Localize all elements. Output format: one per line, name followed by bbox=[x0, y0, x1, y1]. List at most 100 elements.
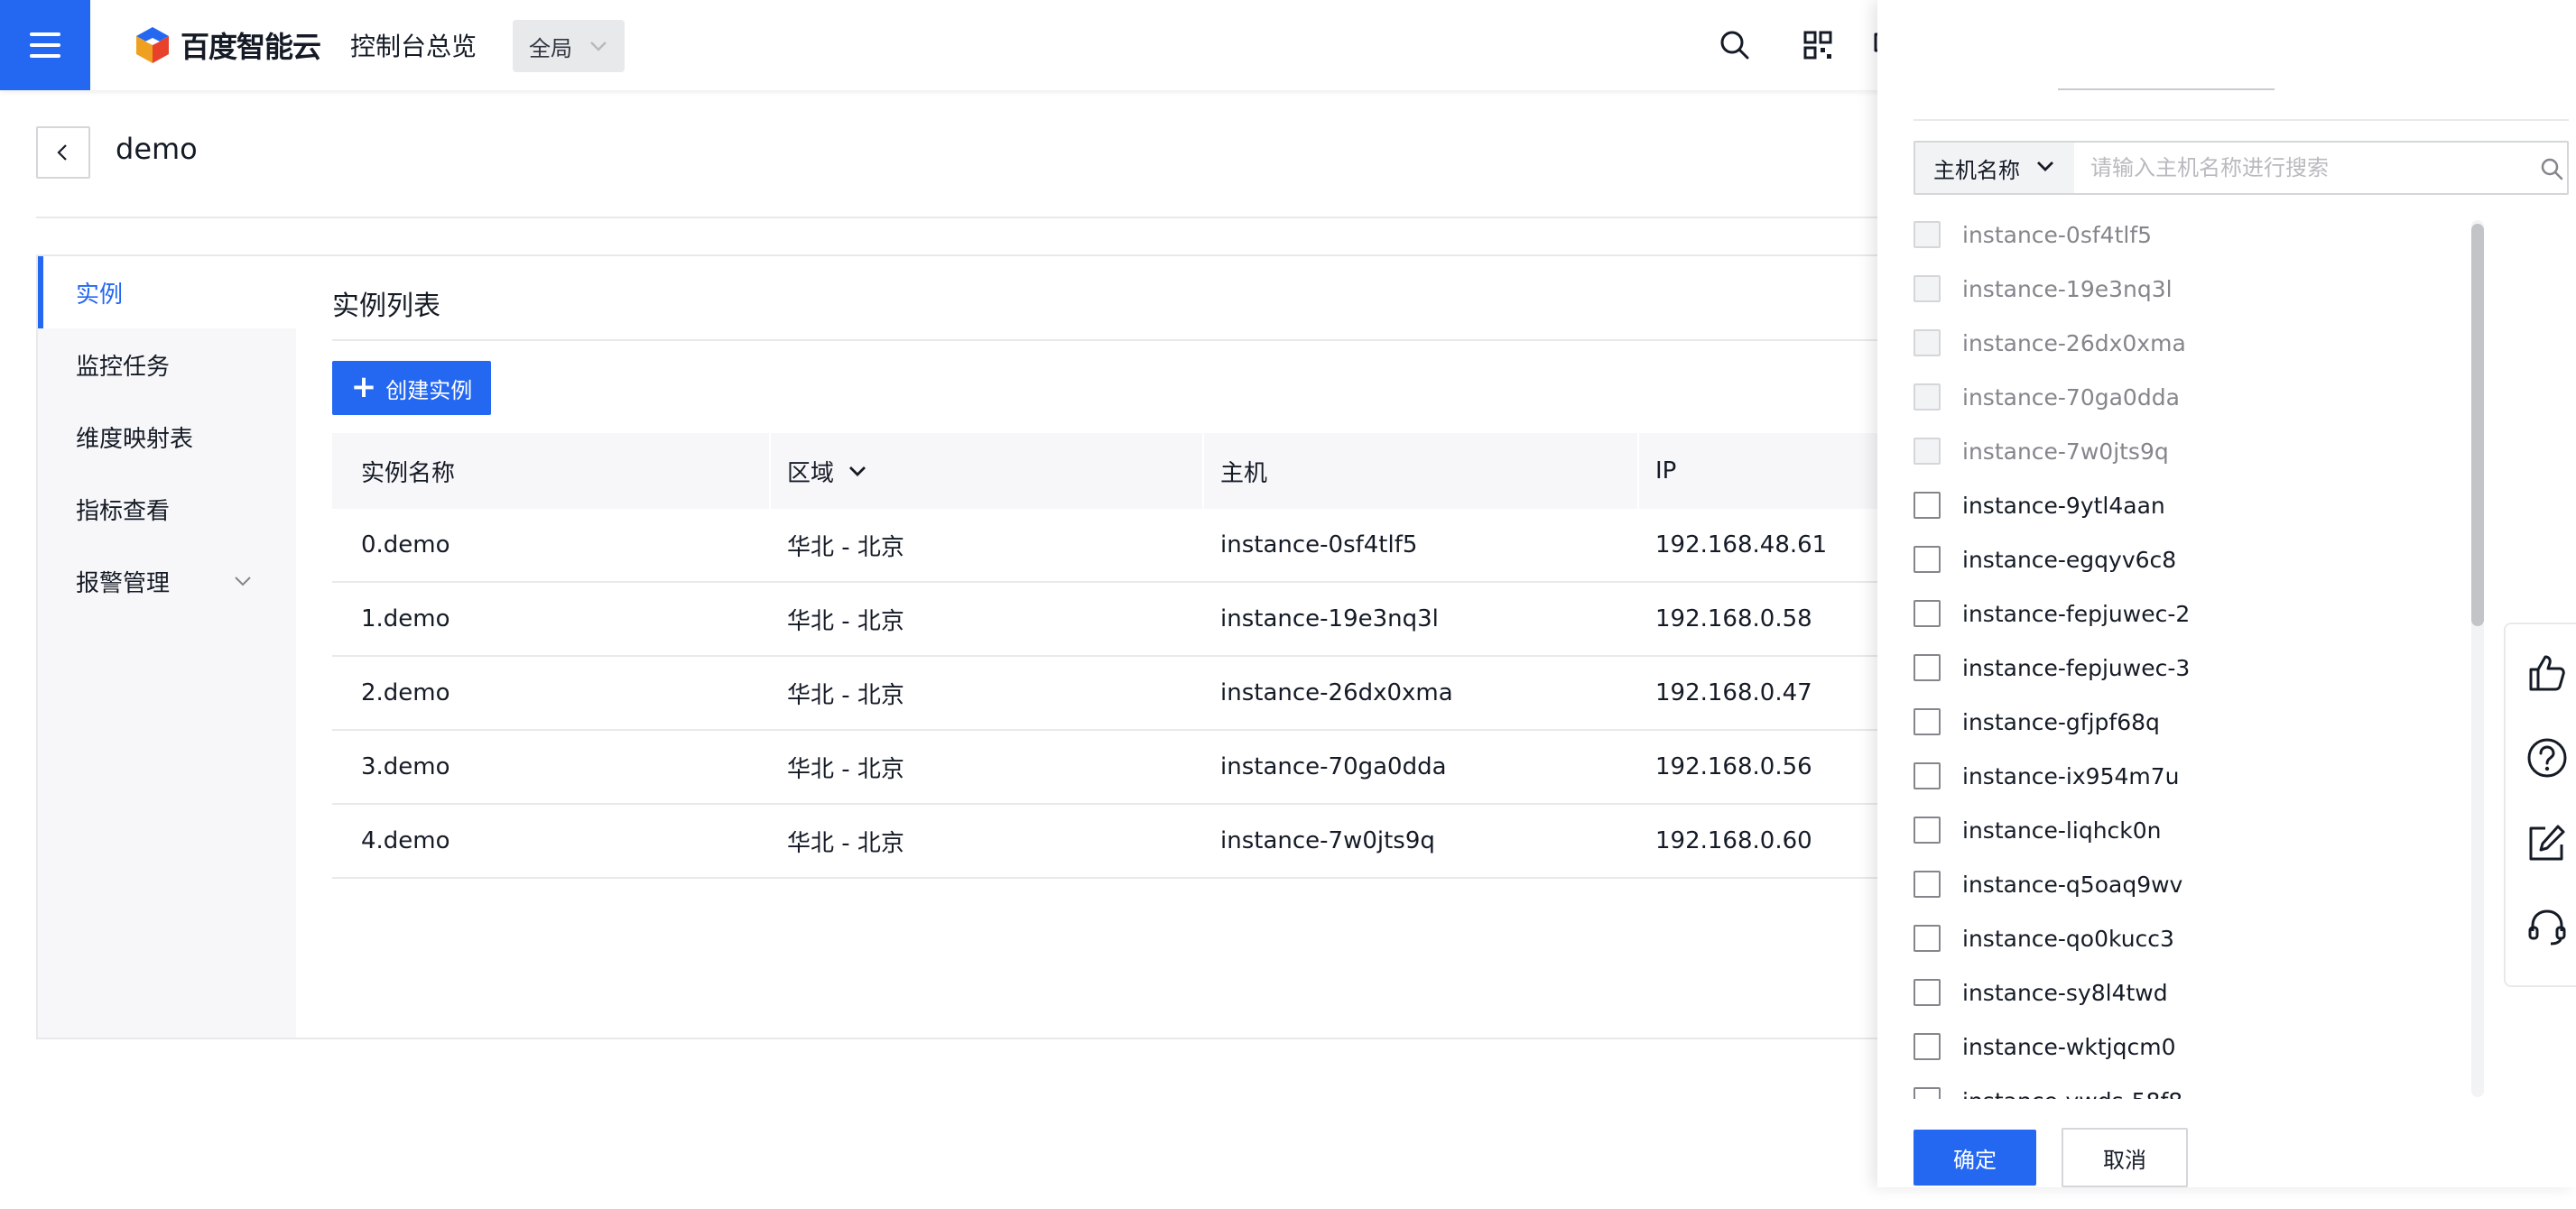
list-item[interactable]: instance-liqhck0n bbox=[1913, 803, 2563, 857]
search-type-select[interactable]: 主机名称 bbox=[1915, 143, 2074, 193]
cell-host: instance-19e3nq3l bbox=[1220, 605, 1439, 632]
checkbox[interactable] bbox=[1913, 1033, 1941, 1060]
cancel-button[interactable]: 取消 bbox=[2062, 1128, 2188, 1187]
checkbox[interactable] bbox=[1913, 546, 1941, 573]
host-label[interactable]: instance-fepjuwec-2 bbox=[1962, 601, 2190, 627]
list-item[interactable]: instance-wktjqcm0 bbox=[1913, 1020, 2563, 1074]
search-icon[interactable] bbox=[2540, 157, 2563, 180]
checkbox[interactable] bbox=[1913, 654, 1941, 681]
cell-host: instance-7w0jts9q bbox=[1220, 827, 1435, 854]
checkbox[interactable] bbox=[1913, 871, 1941, 898]
list-item[interactable]: instance-9ytl4aan bbox=[1913, 478, 2563, 532]
create-instance-button[interactable]: + 创建实例 bbox=[332, 361, 491, 415]
host-label[interactable]: instance-ywds-58f8 bbox=[1962, 1088, 2182, 1100]
cell-ip: 192.168.0.56 bbox=[1655, 753, 1812, 780]
floating-helper-bar bbox=[2504, 623, 2576, 987]
edit-icon[interactable] bbox=[2525, 821, 2569, 864]
cell-name: 3.demo bbox=[361, 753, 450, 780]
logo-text: 百度智能云 bbox=[181, 30, 321, 64]
checkbox[interactable] bbox=[1913, 708, 1941, 735]
checkbox[interactable] bbox=[1913, 762, 1941, 789]
list-item[interactable]: instance-egqyv6c8 bbox=[1913, 532, 2563, 586]
chevron-down-icon bbox=[2037, 162, 2053, 171]
list-item[interactable]: instance-fepjuwec-2 bbox=[1913, 586, 2563, 641]
host-label[interactable]: instance-9ytl4aan bbox=[1962, 493, 2165, 519]
host-label[interactable]: instance-egqyv6c8 bbox=[1962, 547, 2176, 573]
table-row: 4.demo 华北 - 北京 instance-7w0jts9q 192.168… bbox=[332, 805, 1957, 879]
column-divider bbox=[1202, 433, 1204, 509]
list-item[interactable]: instance-q5oaq9wv bbox=[1913, 857, 2563, 911]
back-button[interactable] bbox=[36, 126, 90, 179]
host-list-scrollbar[interactable] bbox=[2471, 220, 2484, 1097]
scrollbar-thumb[interactable] bbox=[2471, 224, 2484, 626]
list-item[interactable]: instance-ywds-58f8 bbox=[1913, 1074, 2563, 1099]
checkbox[interactable] bbox=[1913, 1087, 1941, 1099]
list-item: instance-70ga0dda bbox=[1913, 370, 2563, 424]
list-item[interactable]: instance-sy8l4twd bbox=[1913, 965, 2563, 1020]
host-label[interactable]: instance-liqhck0n bbox=[1962, 817, 2162, 844]
host-search: 主机名称 bbox=[1913, 141, 2569, 195]
filter-chevron-icon[interactable] bbox=[847, 464, 868, 478]
region-select[interactable]: 全局 bbox=[513, 20, 625, 72]
sidebar-item-metrics[interactable]: 指标查看 bbox=[38, 473, 296, 545]
section-divider bbox=[332, 339, 1957, 341]
cell-name: 1.demo bbox=[361, 605, 450, 632]
cell-ip: 192.168.48.61 bbox=[1655, 531, 1828, 558]
help-icon[interactable] bbox=[2525, 736, 2569, 780]
sidebar-item-monitor-tasks[interactable]: 监控任务 bbox=[38, 328, 296, 401]
column-header-label: 区域 bbox=[787, 459, 835, 487]
logo-cube-icon bbox=[136, 27, 169, 63]
host-label[interactable]: instance-sy8l4twd bbox=[1962, 980, 2168, 1006]
plus-icon: + bbox=[350, 369, 377, 405]
checkbox[interactable] bbox=[1913, 492, 1941, 519]
logo[interactable]: 百度智能云 bbox=[134, 23, 321, 67]
heading-divider bbox=[36, 217, 1941, 218]
chevron-down-icon bbox=[590, 42, 607, 51]
host-label[interactable]: instance-fepjuwec-3 bbox=[1962, 655, 2190, 681]
qrcode-icon[interactable] bbox=[1802, 29, 1834, 61]
create-instance-label: 创建实例 bbox=[385, 377, 473, 403]
headset-icon[interactable] bbox=[2525, 906, 2569, 949]
sidebar-item-alarms[interactable]: 报警管理 bbox=[38, 545, 296, 617]
list-item[interactable]: instance-ix954m7u bbox=[1913, 749, 2563, 803]
cell-region: 华北 - 北京 bbox=[787, 533, 904, 561]
sidebar-item-instances[interactable]: 实例 bbox=[38, 256, 296, 328]
list-item: instance-7w0jts9q bbox=[1913, 424, 2563, 478]
column-header-region[interactable]: 区域 bbox=[787, 433, 868, 509]
cell-name: 4.demo bbox=[361, 827, 450, 854]
host-label[interactable]: instance-qo0kucc3 bbox=[1962, 926, 2174, 952]
page-title: demo bbox=[116, 132, 198, 166]
checkbox[interactable] bbox=[1913, 600, 1941, 627]
host-label[interactable]: instance-wktjqcm0 bbox=[1962, 1034, 2175, 1060]
cell-name: 2.demo bbox=[361, 679, 450, 706]
host-label[interactable]: instance-gfjpf68q bbox=[1962, 709, 2160, 735]
list-item[interactable]: instance-qo0kucc3 bbox=[1913, 911, 2563, 965]
sidebar-item-dimension-map[interactable]: 维度映射表 bbox=[38, 401, 296, 473]
list-item: instance-26dx0xma bbox=[1913, 316, 2563, 370]
confirm-button[interactable]: 确定 bbox=[1913, 1130, 2036, 1186]
table-row: 1.demo 华北 - 北京 instance-19e3nq3l 192.168… bbox=[332, 583, 1957, 657]
cell-region: 华北 - 北京 bbox=[787, 681, 904, 709]
console-title[interactable]: 控制台总览 bbox=[350, 27, 477, 63]
checkbox[interactable] bbox=[1913, 817, 1941, 844]
checkbox[interactable] bbox=[1913, 925, 1941, 952]
checkbox bbox=[1913, 329, 1941, 356]
menu-button[interactable] bbox=[0, 0, 90, 90]
host-list[interactable]: instance-0sf4tlf5 instance-19e3nq3l inst… bbox=[1913, 208, 2563, 1099]
checkbox bbox=[1913, 221, 1941, 248]
section-title: 实例列表 bbox=[332, 291, 440, 322]
checkbox[interactable] bbox=[1913, 979, 1941, 1006]
cell-ip: 192.168.0.58 bbox=[1655, 605, 1812, 632]
drawer-divider bbox=[1913, 119, 2569, 121]
list-item[interactable]: instance-fepjuwec-3 bbox=[1913, 641, 2563, 695]
search-icon[interactable] bbox=[1719, 29, 1751, 61]
list-item[interactable]: instance-gfjpf68q bbox=[1913, 695, 2563, 749]
hamburger-icon-bar bbox=[30, 54, 60, 58]
host-label[interactable]: instance-q5oaq9wv bbox=[1962, 872, 2182, 898]
host-label: instance-26dx0xma bbox=[1962, 329, 2186, 356]
cell-name: 0.demo bbox=[361, 531, 450, 558]
thumbs-up-icon[interactable] bbox=[2525, 651, 2569, 695]
host-search-input[interactable] bbox=[2074, 143, 2534, 193]
list-item: instance-0sf4tlf5 bbox=[1913, 208, 2563, 262]
host-label[interactable]: instance-ix954m7u bbox=[1962, 763, 2180, 789]
